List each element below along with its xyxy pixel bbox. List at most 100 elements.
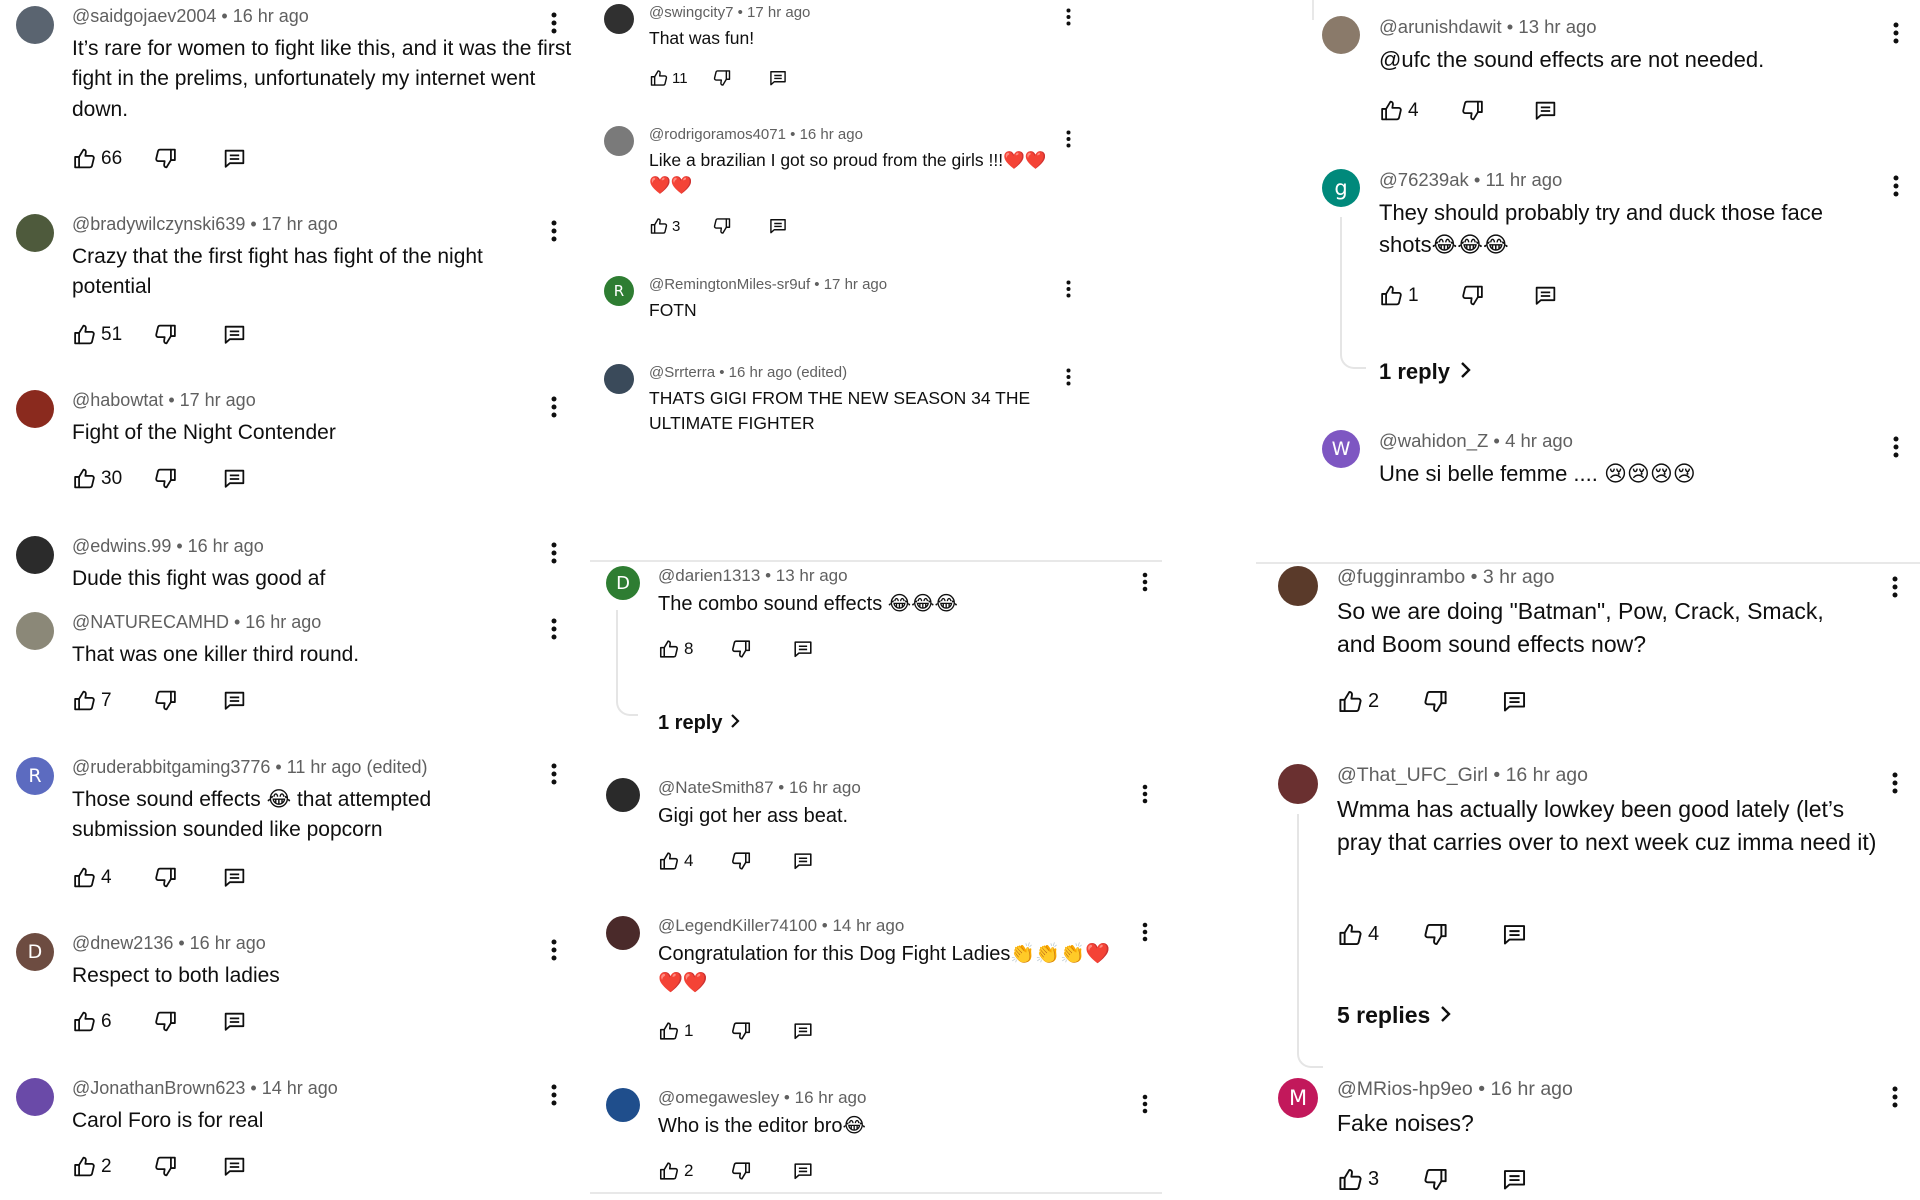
- avatar[interactable]: M: [1278, 1078, 1318, 1118]
- reply-button[interactable]: [1533, 283, 1558, 308]
- like-button[interactable]: 8: [658, 638, 714, 660]
- comment-time[interactable]: 17 hr ago: [747, 4, 810, 21]
- view-replies-button[interactable]: 1 reply: [658, 712, 741, 735]
- reply-button[interactable]: [222, 146, 247, 171]
- author-handle[interactable]: @dnew2136: [72, 933, 173, 953]
- comment-time[interactable]: 14 hr ago: [832, 916, 904, 935]
- reply-button[interactable]: [768, 216, 788, 236]
- dislike-button[interactable]: [1460, 283, 1485, 308]
- comment-time[interactable]: 17 hr ago: [824, 276, 887, 293]
- comment-time[interactable]: 4 hr ago: [1505, 430, 1573, 451]
- comment-time[interactable]: 16 hr ago: [245, 612, 321, 632]
- author-handle[interactable]: @LegendKiller74100: [658, 916, 817, 935]
- more-options-icon[interactable]: [1893, 22, 1899, 49]
- comment-time[interactable]: 16 hr ago: [1506, 764, 1588, 786]
- avatar[interactable]: [604, 126, 634, 156]
- reply-button[interactable]: [1533, 98, 1558, 123]
- like-button[interactable]: 6: [72, 1009, 135, 1034]
- dislike-button[interactable]: [712, 216, 732, 236]
- more-options-icon[interactable]: [1892, 772, 1898, 799]
- author-handle[interactable]: @omegawesley: [658, 1088, 779, 1107]
- author-handle[interactable]: @fugginrambo: [1337, 566, 1465, 588]
- dislike-button[interactable]: [730, 638, 752, 660]
- author-handle[interactable]: @RemingtonMiles-sr9uf: [649, 276, 810, 293]
- reply-button[interactable]: [1501, 921, 1528, 948]
- author-handle[interactable]: @JonathanBrown623: [72, 1078, 245, 1098]
- dislike-button[interactable]: [730, 1020, 752, 1042]
- dislike-button[interactable]: [730, 850, 752, 872]
- avatar[interactable]: [1278, 566, 1318, 606]
- reply-button[interactable]: [222, 466, 247, 491]
- more-options-icon[interactable]: [551, 542, 557, 569]
- avatar[interactable]: [1278, 764, 1318, 804]
- reply-button[interactable]: [1501, 1166, 1528, 1193]
- dislike-button[interactable]: [712, 68, 732, 88]
- more-options-icon[interactable]: [1066, 368, 1071, 391]
- more-options-icon[interactable]: [1893, 436, 1899, 463]
- like-button[interactable]: 4: [658, 850, 714, 872]
- comment-time[interactable]: 17 hr ago: [262, 214, 338, 234]
- reply-button[interactable]: [1501, 688, 1528, 715]
- comment-time[interactable]: 16 hr ago: [789, 778, 861, 797]
- avatar[interactable]: [604, 364, 634, 394]
- avatar[interactable]: R: [604, 276, 634, 306]
- dislike-button[interactable]: [1422, 921, 1449, 948]
- dislike-button[interactable]: [1422, 1166, 1449, 1193]
- comment-time[interactable]: 14 hr ago: [262, 1078, 338, 1098]
- author-handle[interactable]: @rodrigoramos4071: [649, 126, 786, 143]
- dislike-button[interactable]: [1422, 688, 1449, 715]
- avatar[interactable]: [16, 536, 54, 574]
- dislike-button[interactable]: [153, 146, 178, 171]
- view-replies-button[interactable]: 5 replies: [1337, 1002, 1452, 1029]
- like-button[interactable]: 4: [72, 865, 135, 890]
- more-options-icon[interactable]: [1142, 784, 1148, 809]
- author-handle[interactable]: @ruderabbitgaming3776: [72, 757, 270, 777]
- more-options-icon[interactable]: [1066, 8, 1071, 31]
- comment-time[interactable]: 17 hr ago: [180, 390, 256, 410]
- author-handle[interactable]: @edwins.99: [72, 536, 171, 556]
- more-options-icon[interactable]: [1066, 280, 1071, 303]
- like-button[interactable]: 30: [72, 466, 135, 491]
- author-handle[interactable]: @MRios-hp9eo: [1337, 1078, 1473, 1100]
- dislike-button[interactable]: [153, 466, 178, 491]
- like-button[interactable]: 51: [72, 322, 135, 347]
- author-handle[interactable]: @arunishdawit: [1379, 16, 1502, 37]
- author-handle[interactable]: @saidgojaev2004: [72, 6, 216, 26]
- dislike-button[interactable]: [153, 1154, 178, 1179]
- like-button[interactable]: 66: [72, 146, 135, 171]
- reply-button[interactable]: [768, 68, 788, 88]
- more-options-icon[interactable]: [551, 939, 557, 966]
- author-handle[interactable]: @wahidon_Z: [1379, 430, 1488, 451]
- avatar[interactable]: [16, 612, 54, 650]
- reply-button[interactable]: [222, 865, 247, 890]
- dislike-button[interactable]: [153, 865, 178, 890]
- avatar[interactable]: [606, 1088, 640, 1122]
- like-button[interactable]: 2: [1337, 688, 1404, 715]
- avatar[interactable]: [604, 4, 634, 34]
- dislike-button[interactable]: [153, 688, 178, 713]
- like-button[interactable]: 7: [72, 688, 135, 713]
- author-handle[interactable]: @76239ak: [1379, 169, 1469, 190]
- more-options-icon[interactable]: [551, 618, 557, 645]
- author-handle[interactable]: @swingcity7: [649, 4, 733, 21]
- avatar[interactable]: D: [606, 566, 640, 600]
- like-button[interactable]: 2: [658, 1160, 714, 1182]
- more-options-icon[interactable]: [551, 220, 557, 247]
- more-options-icon[interactable]: [551, 396, 557, 423]
- like-button[interactable]: 11: [649, 68, 698, 88]
- more-options-icon[interactable]: [1893, 175, 1899, 202]
- comment-time[interactable]: 16 hr ago: [1490, 1078, 1572, 1100]
- more-options-icon[interactable]: [1066, 130, 1071, 153]
- like-button[interactable]: 3: [649, 216, 698, 236]
- avatar[interactable]: [16, 6, 54, 44]
- author-handle[interactable]: @bradywilczynski639: [72, 214, 245, 234]
- avatar[interactable]: [606, 916, 640, 950]
- comment-time[interactable]: 13 hr ago: [776, 566, 848, 585]
- author-handle[interactable]: @habowtat: [72, 390, 163, 410]
- like-button[interactable]: 4: [1337, 921, 1404, 948]
- comment-time[interactable]: 16 hr ago: [795, 1088, 867, 1107]
- comment-time[interactable]: 16 hr ago (edited): [729, 364, 847, 381]
- avatar[interactable]: [16, 214, 54, 252]
- more-options-icon[interactable]: [551, 1084, 557, 1111]
- more-options-icon[interactable]: [1142, 922, 1148, 947]
